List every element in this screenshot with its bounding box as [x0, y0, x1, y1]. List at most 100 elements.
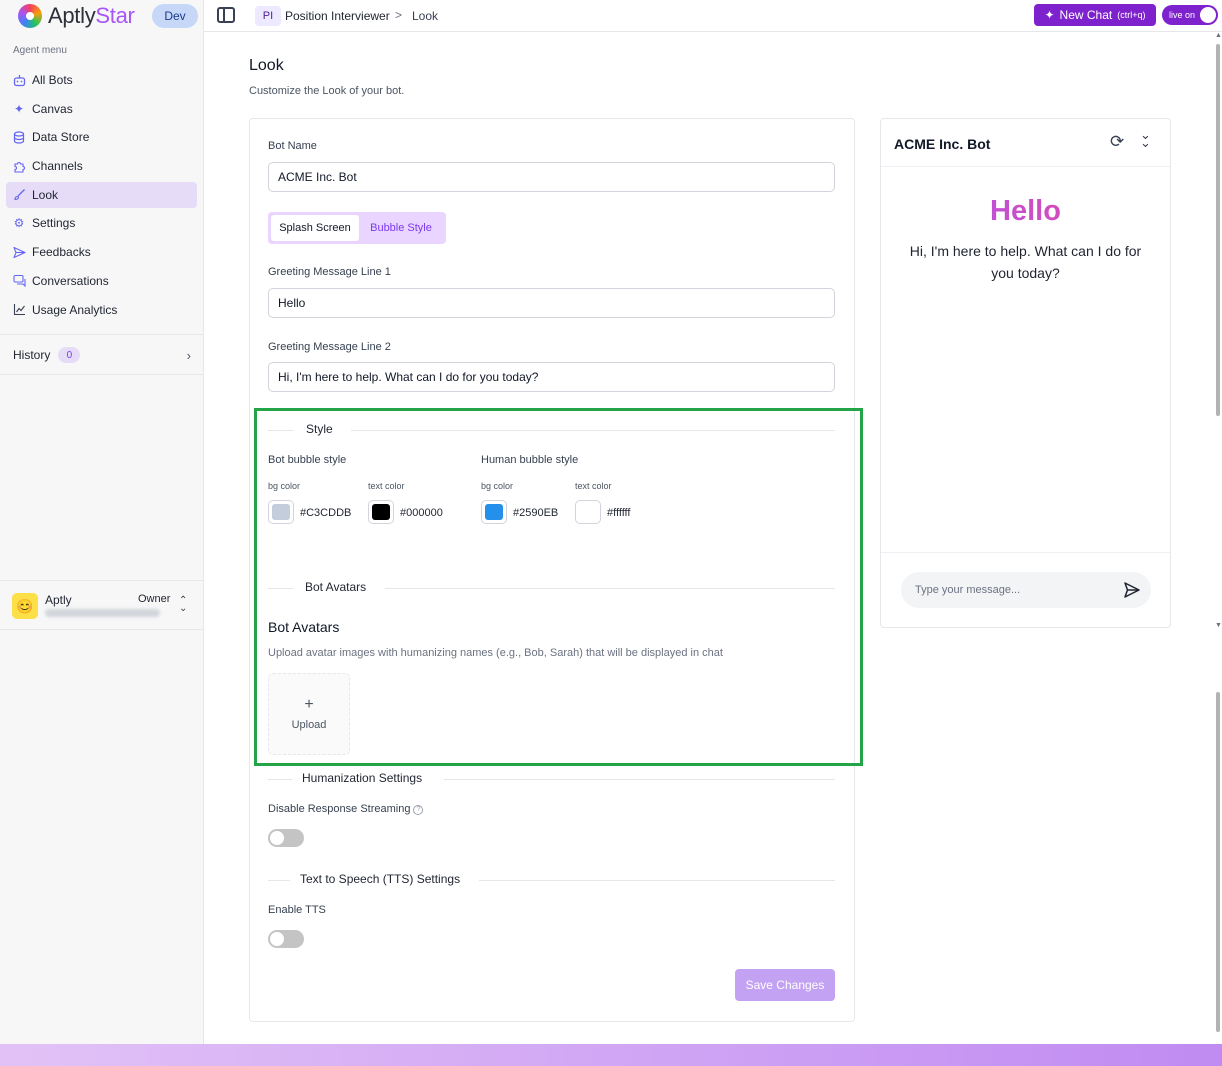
enable-tts-label: Enable TTS	[268, 904, 326, 916]
bot-name-input[interactable]: ACME Inc. Bot	[268, 162, 835, 192]
new-chat-label: New Chat	[1059, 8, 1113, 22]
disable-streaming-toggle[interactable]	[268, 829, 304, 847]
sidebar-item-all-bots[interactable]: All Bots	[6, 67, 197, 93]
greeting-line-1-label: Greeting Message Line 1	[268, 266, 391, 278]
greeting-line-2-label: Greeting Message Line 2	[268, 341, 391, 353]
chart-icon	[12, 303, 26, 317]
greeting-line-1-input[interactable]: Hello	[268, 288, 835, 318]
breadcrumb-separator: >	[395, 8, 403, 22]
brand-name: AptlyStar	[48, 3, 135, 28]
puzzle-icon	[12, 159, 26, 173]
history-count-badge: 0	[58, 347, 81, 363]
breadcrumb-page: Look	[412, 9, 439, 23]
live-toggle[interactable]: live on	[1162, 5, 1218, 25]
preview-greeting-line-2: Hi, I'm here to help. What can I do for …	[909, 243, 1142, 281]
sidebar-divider	[0, 374, 204, 375]
env-badge[interactable]: Dev	[152, 4, 198, 28]
bot-icon	[12, 73, 26, 87]
scroll-up-arrow-icon[interactable]: ▲	[1215, 32, 1222, 39]
send-icon[interactable]	[1123, 581, 1141, 604]
toggle-knob	[270, 932, 284, 946]
sidebar-item-label: Look	[32, 187, 59, 202]
new-chat-button[interactable]: ✦ New Chat (ctrl+q)	[1034, 4, 1156, 26]
chevron-right-icon: ›	[186, 347, 191, 363]
gear-icon: ⚙	[13, 216, 25, 231]
look-tabs: Splash Screen Bubble Style	[268, 212, 446, 244]
divider	[479, 880, 835, 881]
greeting-line-2-input[interactable]: Hi, I'm here to help. What can I do for …	[268, 362, 835, 392]
disable-streaming-label: Disable Response Streaming?	[268, 803, 424, 815]
page-scrollbar[interactable]: ▲ ▼	[1214, 32, 1222, 1044]
chevrons-down-icon[interactable]: ⌄ ⌄	[1140, 128, 1151, 149]
page-title: Look	[249, 57, 284, 74]
divider	[268, 779, 292, 780]
scroll-thumb-secondary[interactable]	[1216, 692, 1220, 1032]
project-badge: PI	[255, 6, 281, 26]
aptlystar-logo-icon	[18, 4, 42, 28]
sidebar-item-feedbacks[interactable]: Feedbacks	[6, 239, 197, 265]
sidebar-item-label: Conversations	[32, 273, 109, 288]
avatar: 😊	[12, 593, 38, 619]
chat-icon	[12, 274, 26, 288]
chevron-up-down-icon: ⌃ ⌄	[179, 595, 188, 614]
user-menu[interactable]: 😊 Aptly Owner ⌃ ⌄	[0, 580, 204, 630]
sparkles-icon: ✦	[1044, 8, 1055, 22]
enable-tts-toggle[interactable]	[268, 930, 304, 948]
section-title: Text to Speech (TTS) Settings	[300, 872, 461, 886]
preview-input-area: Type your message...	[881, 552, 1170, 627]
tab-splash-screen[interactable]: Splash Screen	[271, 215, 359, 241]
sidebar-item-label: All Bots	[32, 73, 73, 87]
database-icon	[12, 130, 26, 144]
new-chat-shortcut: (ctrl+q)	[1117, 10, 1146, 20]
history-label: History	[13, 348, 51, 362]
toggle-knob	[270, 831, 284, 845]
preview-title: ACME Inc. Bot	[894, 136, 991, 152]
sparkles-icon: ✦	[13, 101, 25, 116]
sidebar-item-label: Channels	[32, 159, 83, 174]
humanization-section-heading: Humanization Settings	[268, 771, 835, 787]
section-title: Humanization Settings	[302, 771, 423, 785]
sidebar-item-label: Data Store	[32, 130, 90, 145]
help-icon[interactable]: ?	[413, 804, 424, 815]
tts-section-heading: Text to Speech (TTS) Settings	[268, 872, 835, 888]
sidebar-item-settings[interactable]: ⚙ Settings	[6, 210, 197, 236]
brand[interactable]: AptlyStar	[18, 2, 135, 30]
agent-menu-label: Agent menu	[13, 45, 67, 56]
preview-message-input[interactable]: Type your message...	[901, 572, 1151, 608]
toggle-knob	[1200, 7, 1216, 23]
history-toggle[interactable]: History 0 ›	[13, 345, 191, 365]
sidebar-item-label: Usage Analytics	[32, 302, 118, 317]
scroll-down-arrow-icon[interactable]: ▼	[1215, 622, 1222, 629]
topbar: PI Position Interviewer > Look ✦ New Cha…	[204, 0, 1222, 32]
breadcrumb-project[interactable]: Position Interviewer	[285, 9, 390, 23]
sidebar-divider	[0, 334, 204, 335]
sidebar-toggle-icon[interactable]	[217, 7, 235, 23]
sidebar-item-usage-analytics[interactable]: Usage Analytics	[6, 297, 197, 323]
user-email-redacted	[45, 609, 160, 617]
user-name: Aptly	[45, 593, 72, 607]
send-icon	[12, 245, 26, 259]
agent-menu: All Bots ✦ Canvas Data Store Channels Lo…	[6, 67, 197, 325]
sidebar-item-label: Feedbacks	[32, 245, 91, 260]
preview-greeting-line-1: Hello	[881, 195, 1170, 228]
bottom-gradient-band	[0, 1044, 1222, 1066]
sidebar: AptlyStar Dev Agent menu All Bots ✦ Canv…	[0, 0, 204, 1044]
sidebar-item-channels[interactable]: Channels	[6, 153, 197, 179]
sidebar-item-label: Canvas	[32, 101, 73, 116]
bot-name-label: Bot Name	[268, 140, 317, 152]
chat-preview: ACME Inc. Bot ⟳ ⌄ ⌄ Hello Hi, I'm here to…	[880, 118, 1171, 628]
sidebar-item-conversations[interactable]: Conversations	[6, 268, 197, 294]
sidebar-item-data-store[interactable]: Data Store	[6, 124, 197, 150]
sidebar-item-canvas[interactable]: ✦ Canvas	[6, 96, 197, 122]
divider	[444, 779, 835, 780]
divider	[268, 880, 290, 881]
sidebar-item-look[interactable]: Look	[6, 181, 197, 208]
preview-header: ACME Inc. Bot ⟳ ⌄ ⌄	[881, 119, 1170, 167]
tab-bubble-style[interactable]: Bubble Style	[359, 215, 443, 241]
save-changes-button[interactable]: Save Changes	[735, 969, 835, 1001]
user-role: Owner	[138, 593, 171, 605]
scroll-thumb[interactable]	[1216, 44, 1220, 416]
refresh-icon[interactable]: ⟳	[1110, 132, 1124, 152]
sidebar-item-label: Settings	[32, 216, 76, 231]
page-subtitle: Customize the Look of your bot.	[249, 85, 405, 97]
